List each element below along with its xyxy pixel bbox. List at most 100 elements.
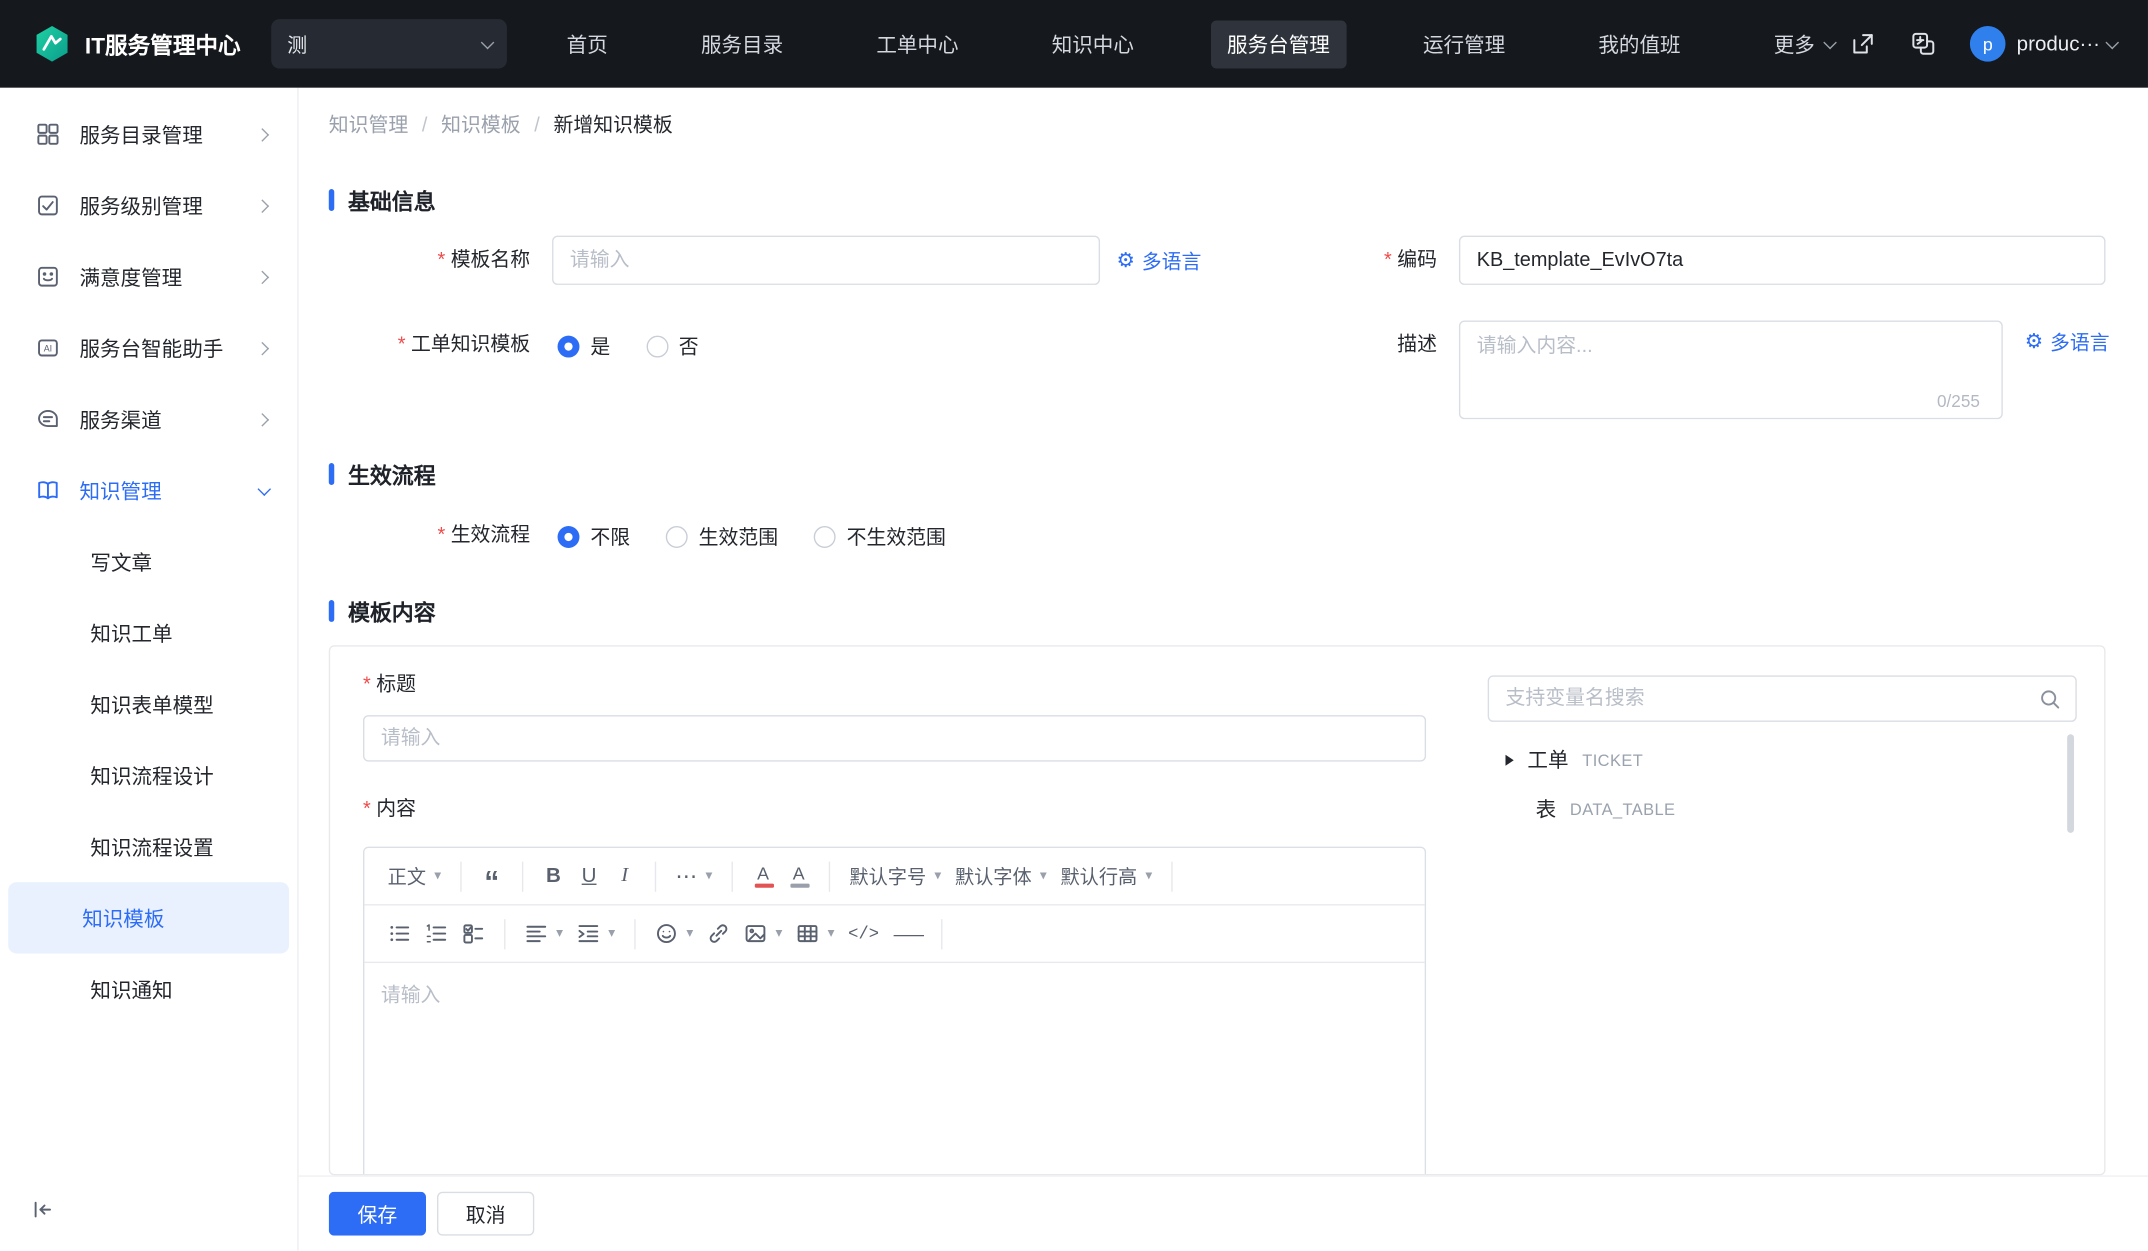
breadcrumb-knowledge-mgmt[interactable]: 知识管理 bbox=[329, 110, 441, 139]
user-menu[interactable]: p produc··· bbox=[1970, 26, 2120, 62]
nav-item-home[interactable]: 首页 bbox=[550, 20, 624, 68]
nav-item-knowledge-center[interactable]: 知识中心 bbox=[1035, 20, 1150, 68]
save-button[interactable]: 保存 bbox=[328, 1191, 427, 1236]
font-size-dropdown[interactable]: 默认字号 bbox=[843, 857, 949, 895]
flow-label: 生效流程 bbox=[299, 511, 530, 560]
code-label: 编码 bbox=[1175, 236, 1437, 285]
chevron-down-icon bbox=[480, 35, 494, 49]
toolbar-divider bbox=[828, 860, 831, 892]
sidebar-item-service-level-mgmt[interactable]: 服务级别管理 bbox=[0, 170, 297, 241]
tree-expand-icon[interactable] bbox=[1505, 754, 1514, 766]
underline-icon[interactable] bbox=[571, 857, 607, 895]
tree-node-ticket[interactable]: 工单 TICKET bbox=[1505, 745, 1644, 774]
bold-icon[interactable] bbox=[536, 857, 572, 895]
horizontal-rule-icon[interactable] bbox=[886, 914, 929, 952]
radio-unchecked-icon bbox=[645, 334, 668, 357]
title-input[interactable] bbox=[363, 715, 1427, 762]
chevron-right-icon bbox=[255, 269, 270, 284]
nav-item-ticket-center[interactable]: 工单中心 bbox=[860, 20, 975, 68]
user-name: produc··· bbox=[2016, 32, 2101, 56]
editor-toolbar-row-2 bbox=[364, 905, 1425, 964]
blockquote-icon[interactable] bbox=[474, 857, 510, 895]
nav-item-my-duty[interactable]: 我的值班 bbox=[1582, 20, 1697, 68]
sidebar-item-label: 满意度管理 bbox=[79, 266, 183, 290]
editor-toolbar-row-1: 正文 默认字号 默认字体 默认行高 bbox=[364, 848, 1425, 906]
link-icon[interactable] bbox=[700, 914, 737, 952]
sidebar-subitem-write-article[interactable]: 写文章 bbox=[8, 526, 289, 597]
breadcrumb-knowledge-template[interactable]: 知识模板 bbox=[441, 110, 553, 139]
sidebar-item-label: 服务目录管理 bbox=[79, 123, 203, 148]
paragraph-style-label: 正文 bbox=[387, 865, 427, 888]
editor-content-area[interactable]: 请输入 bbox=[364, 963, 1424, 1174]
more-formats-dropdown[interactable] bbox=[669, 857, 720, 895]
align-dropdown[interactable] bbox=[518, 914, 570, 952]
description-label: 描述 bbox=[1397, 334, 1438, 357]
radio-option-no[interactable]: 否 bbox=[645, 332, 699, 361]
radio-label: 是 bbox=[590, 336, 611, 359]
radio-unchecked-icon bbox=[813, 525, 836, 548]
table-dropdown[interactable] bbox=[789, 914, 841, 952]
nav-item-service-catalog[interactable]: 服务目录 bbox=[685, 20, 800, 68]
font-family-dropdown[interactable]: 默认字体 bbox=[948, 857, 1054, 895]
line-height-dropdown[interactable]: 默认行高 bbox=[1054, 857, 1160, 895]
external-link-icon[interactable] bbox=[1850, 30, 1877, 57]
radio-option-effective-scope[interactable]: 生效范围 bbox=[665, 522, 778, 551]
sidebar-subitem-label: 知识流程设置 bbox=[90, 836, 214, 860]
nav-item-more[interactable]: 更多 bbox=[1757, 20, 1849, 68]
sidebar-subitem-knowledge-flow-settings[interactable]: 知识流程设置 bbox=[8, 811, 289, 882]
channel-icon bbox=[38, 410, 58, 427]
font-family-label: 默认字体 bbox=[954, 865, 1032, 888]
variable-search-input[interactable] bbox=[1502, 686, 2039, 711]
italic-icon[interactable] bbox=[607, 857, 643, 895]
emoji-dropdown[interactable] bbox=[648, 914, 700, 952]
multilang-desc-link[interactable]: ⚙ 多语言 bbox=[2025, 327, 2110, 356]
sidebar-subitem-knowledge-notice[interactable]: 知识通知 bbox=[8, 953, 289, 1024]
variable-panel-scrollbar[interactable] bbox=[2067, 734, 2075, 833]
cancel-button[interactable]: 取消 bbox=[436, 1191, 535, 1236]
collapse-sidebar-icon[interactable] bbox=[30, 1197, 55, 1229]
font-color-dropdown[interactable] bbox=[745, 857, 781, 895]
sidebar-item-satisfaction-mgmt[interactable]: 满意度管理 bbox=[0, 241, 297, 312]
code-block-icon[interactable] bbox=[841, 914, 886, 952]
sidebar-item-ai-assistant[interactable]: AI 服务台智能助手 bbox=[0, 312, 297, 383]
sidebar-subitem-label: 知识流程设计 bbox=[90, 765, 214, 789]
sidebar-item-service-catalog-mgmt[interactable]: 服务目录管理 bbox=[0, 99, 297, 170]
toolbar-divider bbox=[521, 860, 524, 892]
template-name-input[interactable] bbox=[552, 235, 1101, 285]
highlight-color-dropdown[interactable] bbox=[781, 857, 817, 895]
sidebar-subitem-knowledge-form-model[interactable]: 知识表单模型 bbox=[8, 669, 289, 740]
toolbar-divider bbox=[654, 860, 657, 892]
radio-option-ineffective-scope[interactable]: 不生效范围 bbox=[813, 522, 946, 551]
paragraph-style-dropdown[interactable]: 正文 bbox=[381, 857, 448, 895]
sidebar-item-service-channel[interactable]: 服务渠道 bbox=[0, 384, 297, 455]
top-navbar: IT服务管理中心 测 首页 服务目录 工单中心 知识中心 服务台管理 运行管理 … bbox=[0, 0, 2148, 88]
chevron-right-icon bbox=[255, 412, 270, 426]
workspace-select[interactable]: 测 bbox=[270, 19, 507, 69]
indent-dropdown[interactable] bbox=[570, 914, 622, 952]
radio-option-yes[interactable]: 是 bbox=[557, 332, 611, 361]
section-template-content: 模板内容 bbox=[329, 595, 436, 628]
template-name-label: 模板名称 bbox=[299, 236, 530, 285]
description-textarea[interactable] bbox=[1458, 320, 2003, 420]
sidebar-subitem-knowledge-ticket[interactable]: 知识工单 bbox=[8, 597, 289, 668]
radio-checked-icon bbox=[557, 334, 580, 357]
navbar-actions: p produc··· bbox=[1850, 26, 2120, 62]
sidebar-subitem-knowledge-template[interactable]: 知识模板 bbox=[8, 882, 290, 954]
tree-node-data-table[interactable]: 表 DATA_TABLE bbox=[1536, 795, 1676, 824]
language-icon[interactable] bbox=[1910, 30, 1937, 57]
font-size-label: 默认字号 bbox=[849, 865, 927, 888]
sidebar-subitem-knowledge-flow-design[interactable]: 知识流程设计 bbox=[8, 740, 289, 811]
chevron-down-icon bbox=[257, 481, 272, 496]
ordered-list-icon[interactable] bbox=[418, 914, 455, 952]
code-input[interactable] bbox=[1458, 235, 2106, 285]
sidebar-subitem-label: 知识模板 bbox=[82, 907, 165, 931]
svg-text:AI: AI bbox=[44, 344, 52, 354]
task-list-icon[interactable] bbox=[455, 914, 492, 952]
image-dropdown[interactable] bbox=[737, 914, 789, 952]
nav-item-ops-mgmt[interactable]: 运行管理 bbox=[1407, 20, 1522, 68]
nav-item-servicedesk-mgmt[interactable]: 服务台管理 bbox=[1210, 19, 1347, 68]
main-menu: 首页 服务目录 工单中心 知识中心 服务台管理 运行管理 我的值班 更多 bbox=[550, 19, 1849, 68]
radio-option-unlimited[interactable]: 不限 bbox=[557, 522, 630, 551]
sidebar-item-knowledge-mgmt[interactable]: 知识管理 bbox=[0, 455, 297, 526]
bullet-list-icon[interactable] bbox=[381, 914, 418, 952]
